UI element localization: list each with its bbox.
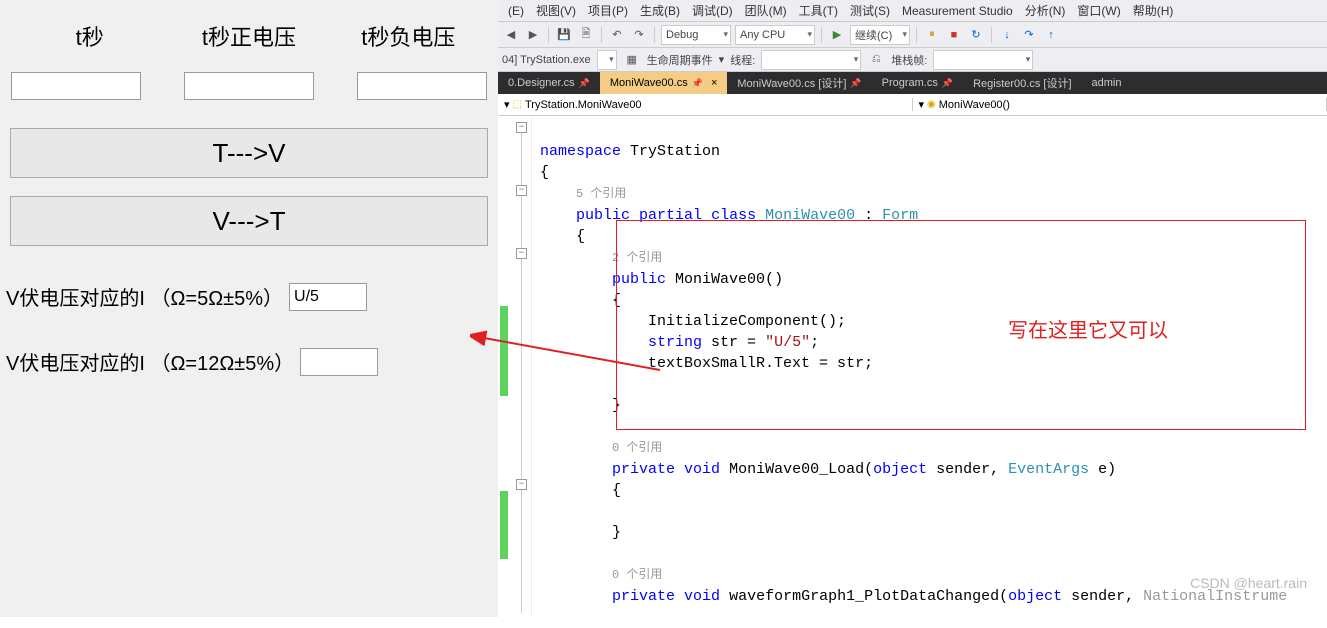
tab-admin[interactable]: admin [1082, 72, 1132, 94]
menu-help[interactable]: 帮助(H) [1127, 2, 1180, 19]
step-out-icon[interactable]: ↑ [1042, 26, 1060, 44]
header-row: t秒 t秒正电压 t秒负电压 [0, 0, 498, 62]
close-icon[interactable]: × [711, 77, 717, 89]
fold-icon[interactable]: − [516, 248, 527, 259]
pause-icon[interactable]: ⏸ [923, 26, 941, 44]
menu-view[interactable]: 视图(V) [530, 2, 582, 19]
nav-back-icon[interactable]: ◀ [502, 26, 520, 44]
menu-bar: (E) 视图(V) 项目(P) 生成(B) 调试(D) 团队(M) 工具(T) … [498, 0, 1327, 22]
pin-icon: 📌 [579, 78, 590, 89]
input-12ohm[interactable] [300, 348, 378, 376]
config-dropdown[interactable]: Debug [661, 25, 731, 45]
undo-icon[interactable]: ↶ [608, 26, 626, 44]
input-5ohm[interactable] [289, 283, 367, 311]
header-pos: t秒正电压 [169, 20, 328, 52]
menu-tools[interactable]: 工具(T) [793, 2, 844, 19]
stack-dropdown[interactable] [933, 50, 1033, 70]
step-into-icon[interactable]: ↓ [998, 26, 1016, 44]
change-margin [498, 116, 512, 617]
redo-icon[interactable]: ↷ [630, 26, 648, 44]
tab-designer[interactable]: 0.Designer.cs📌 [498, 72, 600, 94]
stack-label: 堆栈帧: [891, 52, 927, 68]
annotation-box [616, 220, 1306, 430]
play-icon[interactable]: ▶ [828, 26, 846, 44]
tab-program[interactable]: Program.cs📌 [872, 72, 963, 94]
menu-test[interactable]: 测试(S) [844, 2, 896, 19]
events-icon[interactable]: ▦ [623, 51, 641, 69]
input-neg[interactable] [357, 72, 487, 100]
nav-member[interactable]: ▾ ◉MoniWave00() [913, 98, 1327, 111]
input-row [0, 62, 498, 110]
row-12ohm: V伏电压对应的I （Ω=12Ω±5%） [0, 329, 498, 394]
stack-icon[interactable]: ⎌ [867, 51, 885, 69]
toolbar-main: ◀ ▶ 💾 🗎 ↶ ↷ Debug Any CPU ▶ 继续(C) ⏸ ■ ↻ … [498, 22, 1327, 48]
menu-project[interactable]: 项目(P) [582, 2, 634, 19]
outline-margin: − − − − [512, 116, 532, 617]
input-pos[interactable] [184, 72, 314, 100]
header-neg: t秒负电压 [329, 20, 488, 52]
platform-dropdown[interactable]: Any CPU [735, 25, 815, 45]
nav-fwd-icon[interactable]: ▶ [524, 26, 542, 44]
fold-icon[interactable]: − [516, 185, 527, 196]
step-over-icon[interactable]: ↷ [1020, 26, 1038, 44]
menu-window[interactable]: 窗口(W) [1071, 2, 1126, 19]
restart-icon[interactable]: ↻ [967, 26, 985, 44]
form-panel: t秒 t秒正电压 t秒负电压 T--->V V--->T V伏电压对应的I （Ω… [0, 0, 498, 617]
tab-moniwave-cs[interactable]: MoniWave00.cs📌× [600, 72, 728, 94]
label-12ohm: V伏电压对应的I （Ω=12Ω±5%） [6, 347, 294, 376]
menu-build[interactable]: 生成(B) [634, 2, 686, 19]
save-icon[interactable]: 💾 [555, 26, 573, 44]
process-label: 04] TryStation.exe [502, 54, 591, 66]
save-all-icon[interactable]: 🗎 [577, 26, 595, 44]
nav-bar: ▾ ⬚TryStation.MoniWave00 ▾ ◉MoniWave00() [498, 94, 1327, 116]
menu-edit[interactable]: (E) [502, 4, 530, 18]
events-label: 生命周期事件 [647, 52, 713, 68]
thread-label: 线程: [730, 52, 755, 68]
process-dropdown[interactable] [597, 50, 617, 70]
input-t[interactable] [11, 72, 141, 100]
vs-panel: (E) 视图(V) 项目(P) 生成(B) 调试(D) 团队(M) 工具(T) … [498, 0, 1327, 617]
pin-icon: 📌 [692, 78, 703, 89]
menu-debug[interactable]: 调试(D) [686, 2, 739, 19]
method-icon: ◉ [927, 99, 936, 110]
fold-icon[interactable]: − [516, 122, 527, 133]
header-t: t秒 [10, 20, 169, 52]
class-icon: ⬚ [513, 99, 522, 110]
menu-analyze[interactable]: 分析(N) [1019, 2, 1072, 19]
watermark-csdn: CSDN @heart.rain [1190, 575, 1307, 591]
toolbar-debug: 04] TryStation.exe ▦ 生命周期事件 ▾ 线程: ⎌ 堆栈帧: [498, 48, 1327, 72]
tab-bar: 0.Designer.cs📌 MoniWave00.cs📌× MoniWave0… [498, 72, 1327, 94]
pin-icon: 📌 [942, 78, 953, 89]
btn-v-to-t[interactable]: V--->T [10, 196, 488, 246]
continue-dropdown[interactable]: 继续(C) [850, 25, 910, 45]
code-editor[interactable]: − − − − namespace TryStation { 5 个引用 pub… [498, 116, 1327, 617]
tab-moniwave-design[interactable]: MoniWave00.cs [设计]📌 [727, 72, 871, 94]
annotation-text: 写在这里它又可以 [1008, 314, 1168, 343]
row-5ohm: V伏电压对应的I （Ω=5Ω±5%） [0, 264, 498, 329]
tab-register[interactable]: Register00.cs [设计] [963, 72, 1081, 94]
nav-class[interactable]: ▾ ⬚TryStation.MoniWave00 [498, 98, 913, 111]
fold-icon[interactable]: − [516, 479, 527, 490]
label-5ohm: V伏电压对应的I （Ω=5Ω±5%） [6, 282, 283, 311]
menu-ms[interactable]: Measurement Studio [896, 4, 1019, 18]
menu-team[interactable]: 团队(M) [739, 2, 793, 19]
thread-dropdown[interactable] [761, 50, 861, 70]
stop-icon[interactable]: ■ [945, 26, 963, 44]
pin-icon: 📌 [850, 78, 861, 89]
btn-t-to-v[interactable]: T--->V [10, 128, 488, 178]
